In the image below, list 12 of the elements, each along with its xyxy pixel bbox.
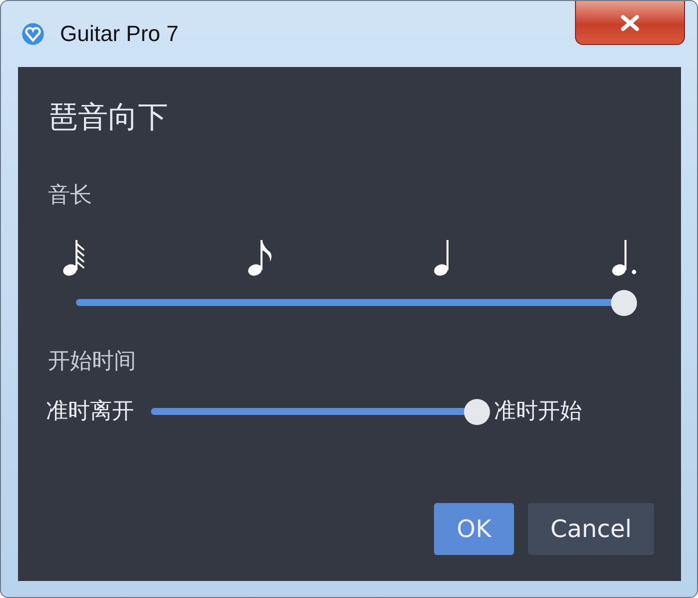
- window-title: Guitar Pro 7: [60, 21, 179, 47]
- close-icon: [619, 14, 641, 32]
- slider-min-label: 准时离开: [46, 398, 134, 426]
- dialog-title: 琶音向下: [48, 99, 169, 137]
- slider-thumb[interactable]: [611, 290, 637, 316]
- slider-thumb[interactable]: [464, 398, 490, 424]
- close-button[interactable]: [575, 1, 685, 45]
- cancel-button[interactable]: Cancel: [528, 503, 654, 555]
- section-label: 开始时间: [48, 348, 137, 376]
- app-icon: [20, 21, 46, 47]
- section-label: 音长: [48, 182, 93, 210]
- slider-max-label: 准时开始: [494, 398, 582, 426]
